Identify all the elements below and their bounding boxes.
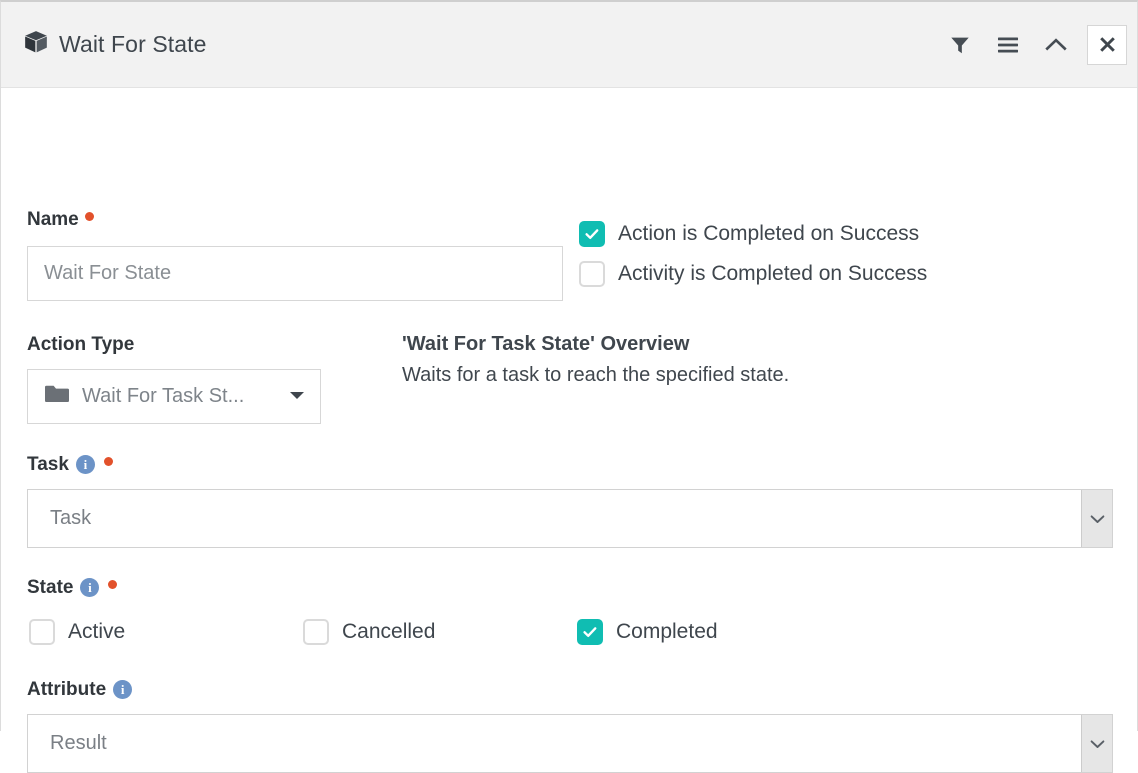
activity-completed-checkbox[interactable] [579, 261, 605, 287]
state-option-completed[interactable]: Completed [577, 619, 718, 645]
action-completed-label: Action is Completed on Success [618, 222, 920, 245]
action-completed-checkbox[interactable] [579, 221, 605, 247]
collapse-icon[interactable] [1039, 28, 1073, 62]
dialog-title: Wait For State [59, 31, 207, 57]
close-icon[interactable] [1087, 24, 1127, 65]
task-select[interactable]: Task [27, 489, 1113, 548]
attribute-label: Attribute [27, 679, 107, 700]
action-type-value: Wait For Task St... [82, 385, 245, 407]
state-option-cancelled[interactable]: Cancelled [303, 619, 435, 645]
state-active-label: Active [68, 620, 126, 643]
task-select-value: Task [50, 507, 92, 529]
task-label: Task [27, 454, 69, 475]
dialog-titlebar: Wait For State [1, 2, 1137, 88]
wait-for-state-dialog: Wait For State Name Wait For State Actio… [0, 0, 1138, 773]
action-type-label: Action Type [27, 334, 135, 355]
action-type-label-group: Action Type [27, 335, 134, 354]
dialog-title-group: Wait For State [23, 29, 207, 60]
titlebar-actions [943, 24, 1127, 65]
name-label: Name [27, 209, 79, 230]
box-icon [23, 29, 49, 60]
state-info-icon[interactable]: i [80, 578, 100, 597]
name-required-dot [84, 211, 94, 221]
attribute-select-value: Result [50, 732, 107, 754]
caret-down-icon [288, 388, 306, 406]
attribute-label-group: Attribute i [27, 679, 133, 700]
action-completed-row[interactable]: Action is Completed on Success [579, 221, 919, 247]
filter-icon[interactable] [943, 28, 977, 62]
overview-block: 'Wait For Task State' Overview Waits for… [402, 333, 1102, 387]
overview-description: Waits for a task to reach the specified … [402, 364, 790, 386]
attribute-select[interactable]: Result [27, 714, 1113, 773]
task-label-group: Task i [27, 455, 113, 474]
name-input[interactable] [27, 246, 563, 301]
task-required-dot [103, 456, 113, 466]
state-required-dot [108, 579, 118, 589]
state-completed-checkbox[interactable] [577, 619, 603, 645]
state-label: State [27, 577, 74, 598]
state-option-active[interactable]: Active [29, 619, 125, 645]
folder-icon [44, 384, 70, 409]
task-info-icon[interactable]: i [75, 455, 95, 474]
state-cancelled-label: Cancelled [342, 620, 436, 643]
attribute-select-chevron-down-icon[interactable] [1081, 715, 1112, 772]
overview-title: 'Wait For Task State' Overview [402, 333, 690, 355]
action-type-dropdown[interactable]: Wait For Task St... [27, 369, 321, 424]
attribute-info-icon[interactable]: i [113, 680, 133, 699]
state-cancelled-checkbox[interactable] [303, 619, 329, 645]
activity-completed-row[interactable]: Activity is Completed on Success [579, 261, 927, 287]
state-active-checkbox[interactable] [29, 619, 55, 645]
menu-icon[interactable] [991, 28, 1025, 62]
task-select-chevron-down-icon[interactable] [1081, 490, 1112, 547]
state-label-group: State i [27, 577, 118, 598]
state-completed-label: Completed [616, 620, 718, 643]
activity-completed-label: Activity is Completed on Success [618, 262, 928, 285]
name-label-group: Name [27, 210, 94, 229]
